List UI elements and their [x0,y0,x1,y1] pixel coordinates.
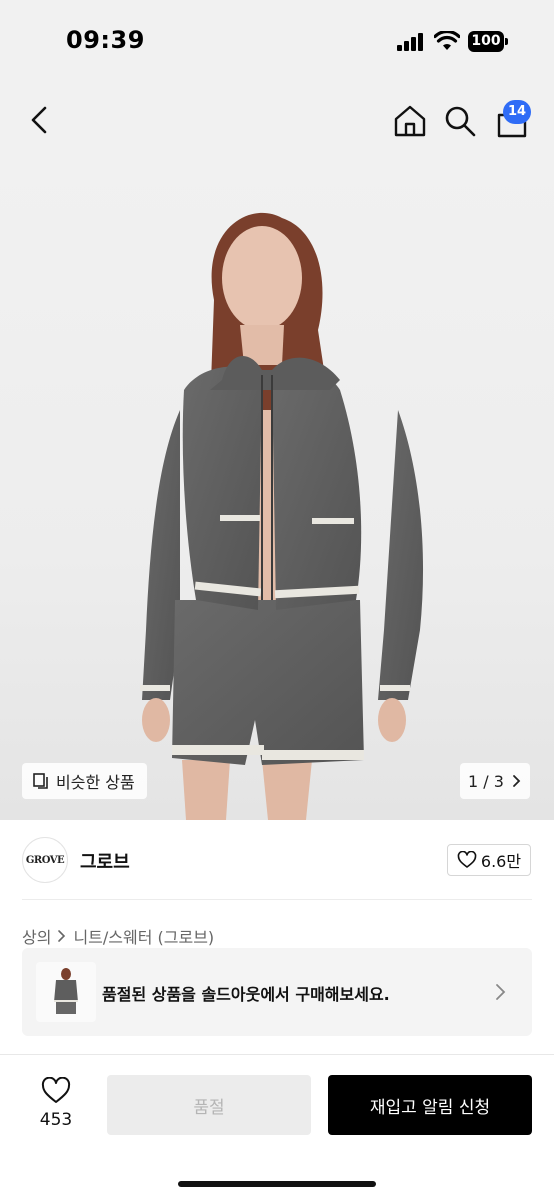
product-photo [140,212,424,820]
page-current: 1 [468,771,479,791]
brand-like-button[interactable]: 6.6만 [447,844,531,876]
divider [22,899,532,900]
wifi-icon [434,31,460,50]
image-page-indicator[interactable]: 1 / 3 [460,763,530,799]
search-icon[interactable] [441,102,479,140]
page-separator: / [483,771,489,791]
cart-count-badge: 14 [503,100,531,124]
restock-alert-button[interactable]: 재입고 알림 신청 [328,1075,532,1135]
home-icon[interactable] [391,102,429,140]
bottom-action-bar: 453 품절 재입고 알림 신청 [0,1054,554,1200]
brand-logo[interactable]: GROVE [22,837,68,883]
soldout-promo-banner[interactable]: 품절된 상품을 솔드아웃에서 구매해보세요. [22,948,532,1036]
cellular-signal-icon [397,33,423,51]
brand-logo-text: GROVE [25,854,65,866]
status-bar: 09:39 100 [0,0,554,80]
page-indicator-text: 1 / 3 [468,772,504,791]
chevron-right-icon [513,775,521,787]
breadcrumb-item-category[interactable]: 니트/스웨터 (그로브) [73,924,214,948]
home-indicator[interactable] [178,1181,376,1187]
chevron-right-icon [496,984,506,1000]
wishlist-count: 453 [39,1110,73,1130]
brand-name[interactable]: 그로브 [80,848,130,874]
breadcrumb-item-top[interactable]: 상의 [22,924,51,948]
back-icon[interactable] [22,102,58,138]
battery-level: 100 [471,33,501,49]
soldout-product-thumbnail [36,962,96,1022]
product-image-carousel[interactable]: 비슷한 상품 1 / 3 [0,160,554,820]
heart-icon [457,851,477,868]
status-time: 09:39 [66,26,145,54]
similar-products-button[interactable]: 비슷한 상품 [22,763,147,799]
navigation-bar [0,80,554,160]
battery-icon: 100 [468,31,508,53]
wishlist-heart-icon[interactable] [41,1077,71,1105]
page-total: 3 [493,771,504,791]
brand-row: GROVE 그로브 6.6만 [0,820,554,900]
brand-like-count: 6.6만 [480,852,522,871]
soldout-banner-message: 품절된 상품을 솔드아웃에서 구매해보세요. [102,985,390,1004]
chevron-right-icon [58,930,66,942]
similar-items-icon [33,773,48,789]
breadcrumb: 상의 니트/스웨터 (그로브) [22,924,214,948]
similar-products-label: 비슷한 상품 [56,773,135,792]
soldout-button: 품절 [107,1075,311,1135]
